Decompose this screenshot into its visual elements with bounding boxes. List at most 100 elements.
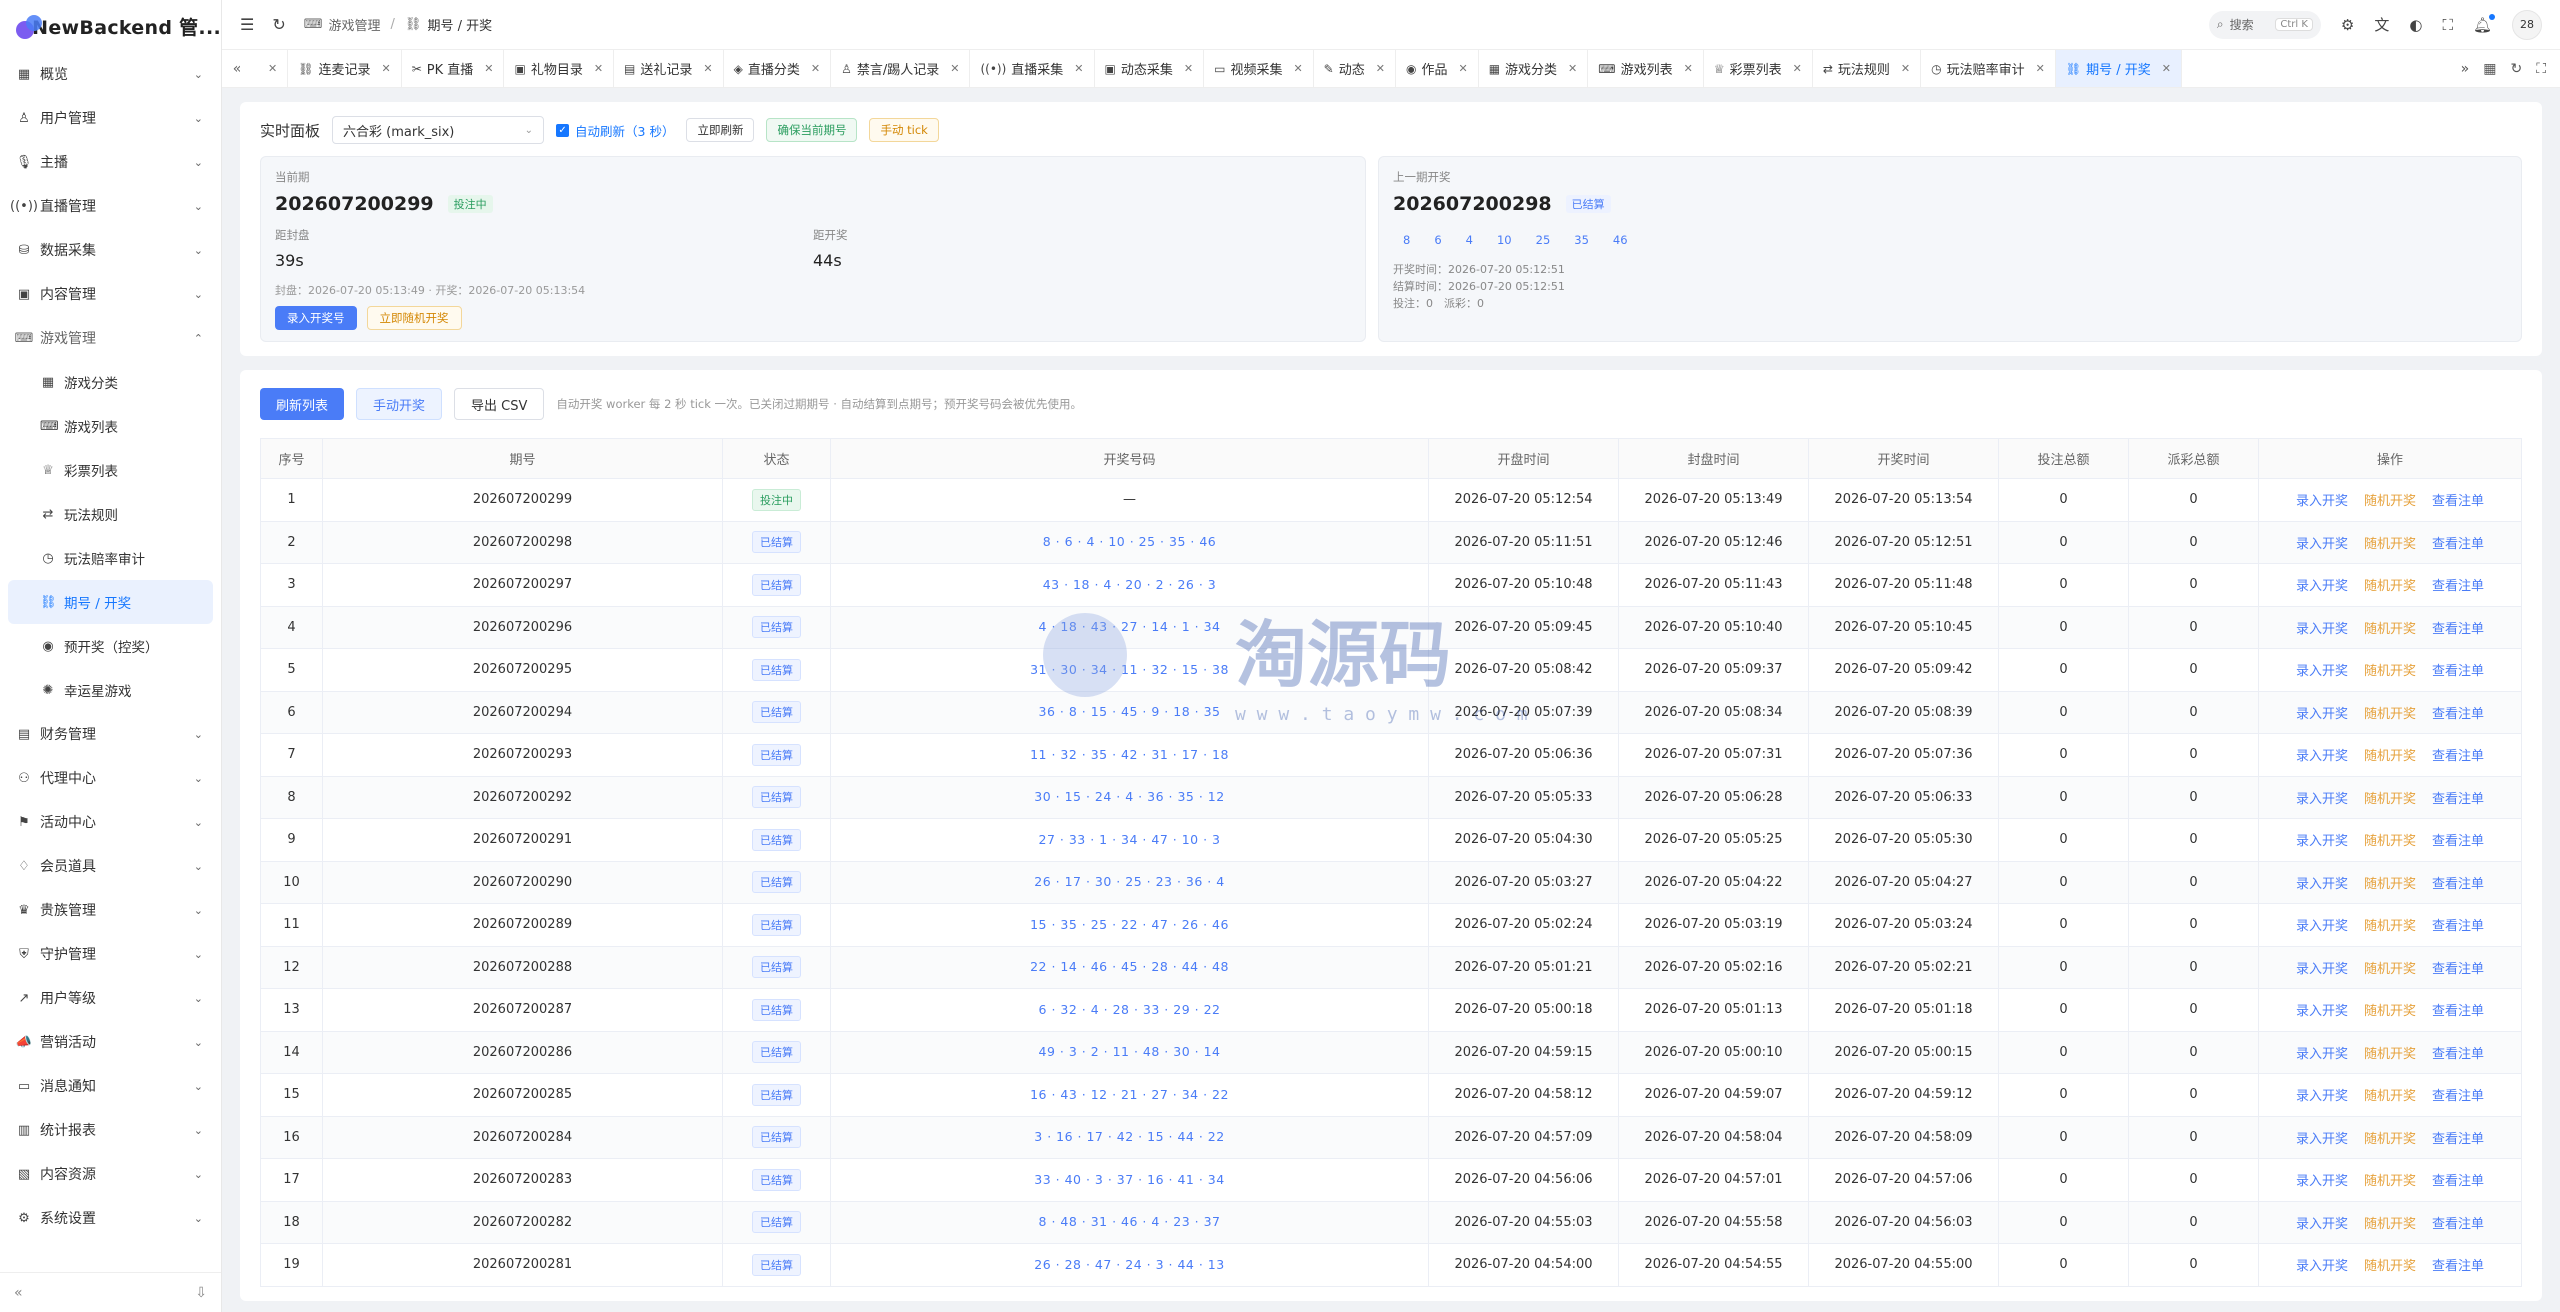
close-icon[interactable]: ✕ — [2162, 62, 2171, 75]
sidebar-subitem[interactable]: ♕ 彩票列表 — [0, 448, 221, 492]
ensure-issue-button[interactable]: 确保当前期号 — [766, 118, 858, 142]
breadcrumb-item[interactable]: 游戏管理 — [329, 15, 381, 34]
tab[interactable]: ▭ 视频采集 ✕ — [1204, 50, 1314, 87]
sidebar-item[interactable]: ⚙ 系统设置 ⌄ — [0, 1196, 221, 1240]
refresh-now-button[interactable]: 立即刷新 — [686, 118, 755, 142]
tab[interactable]: ✂ PK 直播 ✕ — [402, 50, 505, 87]
close-icon[interactable]: ✕ — [1684, 62, 1693, 75]
view-bets-link[interactable]: 查看注单 — [2432, 490, 2484, 509]
bell-icon[interactable]: 🔔︎ — [2473, 13, 2495, 34]
sidebar-item[interactable]: 🎙 主播 ⌄ — [0, 140, 221, 184]
view-bets-link[interactable]: 查看注单 — [2432, 1085, 2484, 1104]
translate-icon[interactable]: 文 — [2374, 14, 2389, 35]
close-icon[interactable]: ✕ — [1074, 62, 1083, 75]
random-draw-link[interactable]: 随机开奖 — [2364, 958, 2416, 977]
input-draw-link[interactable]: 录入开奖 — [2296, 1213, 2348, 1232]
input-draw-link[interactable]: 录入开奖 — [2296, 1085, 2348, 1104]
tab-scroll-left-icon[interactable]: « — [222, 61, 252, 77]
tab[interactable]: ◷ 玩法赔率审计 ✕ — [1921, 50, 2056, 87]
theme-icon[interactable]: ◐ — [2409, 16, 2422, 34]
tab[interactable]: ▤ 送礼记录 ✕ — [614, 50, 724, 87]
random-draw-link[interactable]: 随机开奖 — [2364, 575, 2416, 594]
close-icon[interactable]: ✕ — [1568, 62, 1577, 75]
search-button[interactable]: ⌕ 搜索 Ctrl K — [2208, 10, 2321, 39]
tab[interactable]: ✕ — [252, 50, 289, 87]
random-draw-now-button[interactable]: 立即随机开奖 — [366, 306, 462, 330]
input-draw-link[interactable]: 录入开奖 — [2296, 1043, 2348, 1062]
input-draw-link[interactable]: 录入开奖 — [2296, 660, 2348, 679]
tab[interactable]: ♙ 禁言/踢人记录 ✕ — [831, 50, 971, 87]
input-draw-link[interactable]: 录入开奖 — [2296, 1128, 2348, 1147]
input-draw-link[interactable]: 录入开奖 — [2296, 618, 2348, 637]
view-bets-link[interactable]: 查看注单 — [2432, 958, 2484, 977]
random-draw-link[interactable]: 随机开奖 — [2364, 830, 2416, 849]
input-draw-link[interactable]: 录入开奖 — [2296, 703, 2348, 722]
tab[interactable]: ⇄ 玩法规则 ✕ — [1813, 50, 1922, 87]
tab[interactable]: ◈ 直播分类 ✕ — [724, 50, 832, 87]
sidebar-item[interactable]: ▧ 内容资源 ⌄ — [0, 1152, 221, 1196]
close-icon[interactable]: ✕ — [1458, 62, 1467, 75]
random-draw-link[interactable]: 随机开奖 — [2364, 915, 2416, 934]
random-draw-link[interactable]: 随机开奖 — [2364, 618, 2416, 637]
close-icon[interactable]: ✕ — [1793, 62, 1802, 75]
close-icon[interactable]: ✕ — [1901, 62, 1910, 75]
tab[interactable]: ⛓ 连麦记录 ✕ — [288, 50, 402, 87]
settings-icon[interactable]: ⚙ — [2341, 16, 2354, 34]
input-draw-link[interactable]: 录入开奖 — [2296, 745, 2348, 764]
random-draw-link[interactable]: 随机开奖 — [2364, 660, 2416, 679]
random-draw-link[interactable]: 随机开奖 — [2364, 703, 2416, 722]
sidebar-subitem[interactable]: ✺ 幸运星游戏 — [0, 668, 221, 712]
view-bets-link[interactable]: 查看注单 — [2432, 830, 2484, 849]
input-draw-number-button[interactable]: 录入开奖号 — [275, 306, 357, 330]
random-draw-link[interactable]: 随机开奖 — [2364, 1085, 2416, 1104]
view-bets-link[interactable]: 查看注单 — [2432, 915, 2484, 934]
tab[interactable]: ((•)) 直播采集 ✕ — [970, 50, 1095, 87]
reload-icon[interactable]: ↻ — [272, 15, 285, 34]
random-draw-link[interactable]: 随机开奖 — [2364, 873, 2416, 892]
close-icon[interactable]: ✕ — [2036, 62, 2045, 75]
tab[interactable]: ✎ 动态 ✕ — [1314, 50, 1396, 87]
pin-icon[interactable]: ⇩ — [195, 1285, 207, 1301]
tab[interactable]: ♕ 彩票列表 ✕ — [1704, 50, 1813, 87]
view-bets-link[interactable]: 查看注单 — [2432, 1043, 2484, 1062]
input-draw-link[interactable]: 录入开奖 — [2296, 873, 2348, 892]
sidebar-item[interactable]: ⛨ 守护管理 ⌄ — [0, 932, 221, 976]
manual-draw-button[interactable]: 手动开奖 — [356, 388, 443, 420]
sidebar-item[interactable]: ⚑ 活动中心 ⌄ — [0, 800, 221, 844]
view-bets-link[interactable]: 查看注单 — [2432, 1213, 2484, 1232]
app-logo[interactable]: NewBackend 管... — [0, 0, 221, 52]
random-draw-link[interactable]: 随机开奖 — [2364, 788, 2416, 807]
input-draw-link[interactable]: 录入开奖 — [2296, 1255, 2348, 1274]
tab-scroll-right-icon[interactable]: » — [2461, 61, 2470, 77]
random-draw-link[interactable]: 随机开奖 — [2364, 1213, 2416, 1232]
tab-grid-icon[interactable]: ▦ — [2483, 61, 2496, 77]
sidebar-subitem[interactable]: ⇄ 玩法规则 — [0, 492, 221, 536]
view-bets-link[interactable]: 查看注单 — [2432, 873, 2484, 892]
random-draw-link[interactable]: 随机开奖 — [2364, 1000, 2416, 1019]
sidebar-item[interactable]: ♢ 会员道具 ⌄ — [0, 844, 221, 888]
close-icon[interactable]: ✕ — [1376, 62, 1385, 75]
tab[interactable]: ▣ 动态采集 ✕ — [1095, 50, 1205, 87]
random-draw-link[interactable]: 随机开奖 — [2364, 1128, 2416, 1147]
input-draw-link[interactable]: 录入开奖 — [2296, 575, 2348, 594]
sidebar-subitem[interactable]: ◉ 预开奖（控奖） — [0, 624, 221, 668]
close-icon[interactable]: ✕ — [1293, 62, 1302, 75]
sidebar-subitem[interactable]: ▦ 游戏分类 — [0, 360, 221, 404]
manual-tick-button[interactable]: 手动 tick — [869, 118, 939, 142]
sidebar-item[interactable]: ▣ 内容管理 ⌄ — [0, 272, 221, 316]
close-icon[interactable]: ✕ — [381, 62, 390, 75]
close-icon[interactable]: ✕ — [594, 62, 603, 75]
menu-toggle-icon[interactable]: ☰ — [240, 15, 254, 34]
random-draw-link[interactable]: 随机开奖 — [2364, 1170, 2416, 1189]
sidebar-subitem[interactable]: ◷ 玩法赔率审计 — [0, 536, 221, 580]
sidebar-item[interactable]: ♙ 用户管理 ⌄ — [0, 96, 221, 140]
lottery-select[interactable]: 六合彩 (mark_six) ⌄ — [332, 116, 545, 144]
random-draw-link[interactable]: 随机开奖 — [2364, 1255, 2416, 1274]
view-bets-link[interactable]: 查看注单 — [2432, 1128, 2484, 1147]
tab-refresh-icon[interactable]: ↻ — [2510, 61, 2522, 77]
random-draw-link[interactable]: 随机开奖 — [2364, 490, 2416, 509]
input-draw-link[interactable]: 录入开奖 — [2296, 788, 2348, 807]
view-bets-link[interactable]: 查看注单 — [2432, 533, 2484, 552]
sidebar-item[interactable]: ▤ 财务管理 ⌄ — [0, 712, 221, 756]
tab[interactable]: ◉ 作品 ✕ — [1396, 50, 1479, 87]
